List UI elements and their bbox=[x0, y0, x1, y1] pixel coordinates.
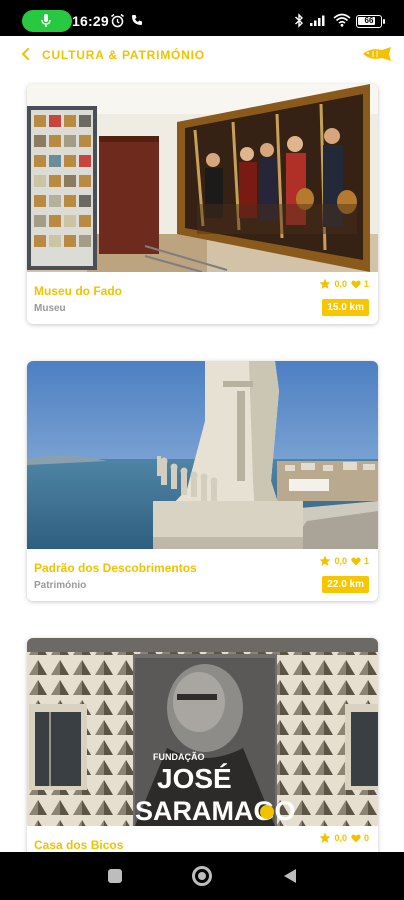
signal-icon bbox=[310, 15, 325, 26]
place-category: Património bbox=[34, 580, 87, 591]
likes-count: 0 bbox=[363, 833, 369, 843]
likes-count: 1 bbox=[363, 556, 369, 566]
back-icon[interactable] bbox=[283, 868, 297, 884]
call-icon bbox=[132, 15, 142, 25]
battery-percent: 66 bbox=[364, 16, 374, 25]
system-nav-bar bbox=[0, 852, 404, 900]
rating-value: 0,0 bbox=[334, 833, 347, 843]
place-name: Museu do Fado bbox=[34, 284, 122, 298]
heart-icon[interactable] bbox=[351, 280, 361, 289]
status-time: 16:29 bbox=[72, 13, 109, 29]
distance-badge: 22.0 km bbox=[322, 576, 369, 593]
battery-icon: 66 bbox=[356, 15, 385, 28]
chevron-left-icon[interactable] bbox=[20, 47, 32, 61]
app-header: CULTURA & PATRIMÓNIO bbox=[0, 36, 404, 72]
bluetooth-icon bbox=[295, 13, 304, 28]
rating-group: 0,0 1 bbox=[319, 554, 369, 568]
distance-badge: 15.0 km bbox=[322, 299, 369, 316]
heart-icon[interactable] bbox=[351, 557, 361, 566]
place-category: Museu bbox=[34, 303, 66, 314]
poster-text-line2: JOSÉ bbox=[157, 763, 232, 794]
recent-apps-icon[interactable] bbox=[108, 869, 122, 883]
place-card[interactable]: Padrão dos Descobrimentos Património 0,0… bbox=[27, 361, 378, 601]
page-title: CULTURA & PATRIMÓNIO bbox=[42, 48, 205, 62]
likes-count: 1 bbox=[363, 279, 369, 289]
star-icon[interactable] bbox=[319, 278, 331, 290]
status-bar: 16:29 66 bbox=[0, 0, 404, 36]
place-image: FUNDAÇÃO JOSÉ SARAMAGO bbox=[27, 638, 378, 826]
star-icon[interactable] bbox=[319, 555, 331, 567]
rating-group: 0,0 1 bbox=[319, 277, 369, 291]
wifi-icon bbox=[333, 13, 351, 27]
rating-value: 0,0 bbox=[334, 279, 347, 289]
place-image bbox=[27, 84, 378, 272]
poster-text-line1: FUNDAÇÃO bbox=[153, 752, 205, 762]
mic-indicator[interactable] bbox=[22, 10, 72, 32]
place-card[interactable]: FUNDAÇÃO JOSÉ SARAMAGO Casa dos Bicos 0,… bbox=[27, 638, 378, 878]
mic-icon bbox=[41, 14, 51, 27]
place-image bbox=[27, 361, 378, 549]
rating-value: 0,0 bbox=[334, 556, 347, 566]
fish-logo-icon[interactable] bbox=[362, 47, 394, 61]
star-icon[interactable] bbox=[319, 832, 331, 844]
place-name: Padrão dos Descobrimentos bbox=[34, 561, 197, 575]
heart-icon[interactable] bbox=[351, 834, 361, 843]
alarm-icon bbox=[111, 13, 124, 28]
rating-group: 0,0 0 bbox=[319, 831, 369, 845]
home-icon[interactable] bbox=[192, 866, 212, 886]
place-name: Casa dos Bicos bbox=[34, 838, 124, 852]
place-card[interactable]: Museu do Fado Museu 0,0 1 15.0 km bbox=[27, 84, 378, 324]
